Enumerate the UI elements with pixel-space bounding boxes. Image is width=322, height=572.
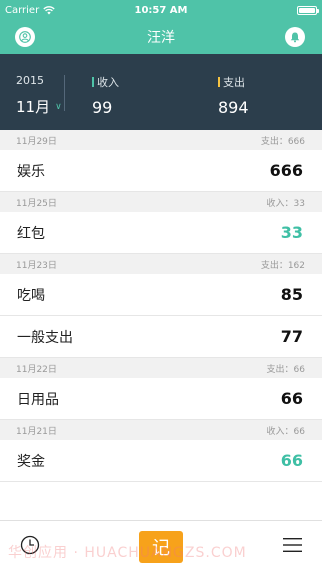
transaction-amount: 66 [280, 389, 303, 408]
chevron-down-icon: ∨ [55, 101, 62, 112]
transaction-row[interactable]: 奖金 66 [0, 440, 322, 482]
transaction-category: 红包 [17, 225, 45, 242]
transaction-category: 日用品 [17, 391, 59, 408]
transaction-amount: 33 [280, 223, 303, 242]
monthly-summary: 2015 11月 ∨ 收入 99 支出 894 [0, 54, 322, 130]
day-date: 11月29日 [16, 136, 57, 147]
menu-icon[interactable] [283, 538, 302, 552]
tab-bar: 记 [0, 520, 322, 572]
transaction-amount: 66 [280, 451, 303, 470]
nav-bar: 汪洋 [0, 20, 322, 54]
income-label: 收入 [97, 76, 119, 89]
transaction-list: 11月29日 支出：666 娱乐 666 11月25日 收入：33 红包 33 11月23日 支出… [0, 130, 322, 482]
wifi-icon [43, 5, 55, 14]
page-title: 汪洋 [147, 30, 175, 46]
day-header: 11月25日 收入：33 [0, 192, 322, 212]
notification-button[interactable] [285, 27, 305, 47]
carrier-info: Carrier [5, 5, 55, 16]
transaction-row[interactable]: 红包 33 [0, 212, 322, 254]
transaction-category: 一般支出 [17, 329, 73, 346]
carrier-label: Carrier [5, 4, 40, 16]
summary-month: 11月 [16, 98, 51, 116]
transaction-amount: 85 [280, 285, 303, 304]
transaction-category: 吃喝 [17, 287, 45, 304]
transaction-row[interactable]: 一般支出 77 [0, 316, 322, 358]
day-header: 11月21日 收入：66 [0, 420, 322, 440]
day-total: 支出：666 [260, 136, 305, 147]
transaction-amount: 666 [269, 161, 303, 180]
day-total: 支出：162 [260, 260, 305, 271]
expense-label-row: 支出 [218, 74, 249, 90]
expense-value: 894 [218, 98, 249, 117]
expense-summary: 支出 894 [218, 74, 249, 117]
month-selector[interactable]: 11月 ∨ [16, 96, 62, 117]
day-header: 11月29日 支出：666 [0, 130, 322, 150]
transaction-category: 奖金 [17, 453, 45, 470]
summary-divider [64, 75, 65, 111]
record-button-label: 记 [152, 538, 170, 559]
day-total: 支出：66 [266, 364, 305, 375]
expense-label: 支出 [223, 76, 245, 89]
record-button[interactable]: 记 [139, 531, 183, 563]
day-date: 11月25日 [16, 198, 57, 209]
status-bar: Carrier 10:57 AM [0, 0, 322, 20]
transaction-row[interactable]: 日用品 66 [0, 378, 322, 420]
day-header: 11月23日 支出：162 [0, 254, 322, 274]
transaction-row[interactable]: 娱乐 666 [0, 150, 322, 192]
income-value: 99 [92, 98, 113, 117]
income-summary: 收入 99 [92, 74, 119, 117]
income-label-row: 收入 [92, 74, 119, 90]
transaction-amount: 77 [280, 327, 303, 346]
day-date: 11月21日 [16, 426, 57, 437]
profile-button[interactable] [15, 27, 35, 47]
transaction-row[interactable]: 吃喝 85 [0, 274, 322, 316]
battery-icon [297, 5, 319, 15]
expense-color-bar [218, 77, 220, 87]
day-date: 11月23日 [16, 260, 57, 271]
summary-year: 2015 [16, 74, 44, 87]
day-header: 11月22日 支出：66 [0, 358, 322, 378]
day-date: 11月22日 [16, 364, 57, 375]
user-icon [19, 31, 31, 43]
income-color-bar [92, 77, 94, 87]
day-total: 收入：66 [266, 426, 305, 437]
day-total: 收入：33 [266, 198, 305, 209]
transaction-category: 娱乐 [17, 163, 45, 180]
bell-icon [290, 32, 300, 43]
clock-icon[interactable] [20, 535, 40, 555]
